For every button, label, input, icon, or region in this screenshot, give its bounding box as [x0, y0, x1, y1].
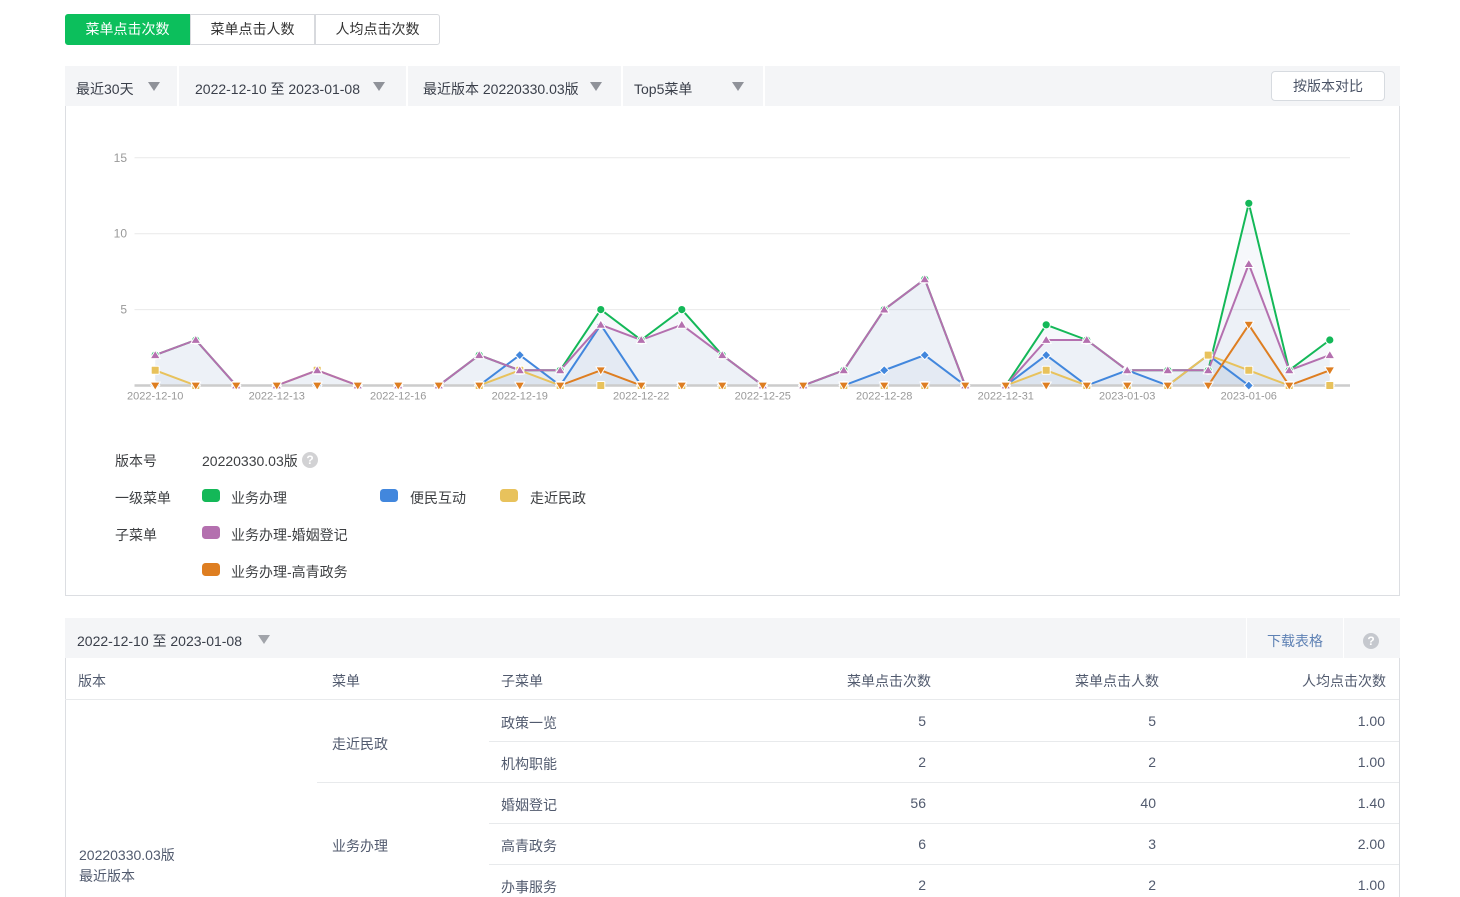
svg-text:2023-01-06: 2023-01-06: [1221, 391, 1277, 403]
svg-text:2022-12-31: 2022-12-31: [978, 391, 1034, 403]
svg-text:15: 15: [114, 151, 128, 165]
svg-text:2022-12-19: 2022-12-19: [492, 391, 548, 403]
svg-text:2022-12-28: 2022-12-28: [856, 391, 912, 403]
svg-text:5: 5: [120, 303, 127, 317]
svg-text:2022-12-13: 2022-12-13: [249, 391, 305, 403]
svg-text:2022-12-25: 2022-12-25: [735, 391, 791, 403]
svg-text:2023-01-03: 2023-01-03: [1099, 391, 1155, 403]
svg-text:2022-12-16: 2022-12-16: [370, 391, 426, 403]
svg-text:2022-12-22: 2022-12-22: [613, 391, 669, 403]
svg-text:10: 10: [114, 227, 128, 241]
svg-text:2022-12-10: 2022-12-10: [127, 391, 183, 403]
